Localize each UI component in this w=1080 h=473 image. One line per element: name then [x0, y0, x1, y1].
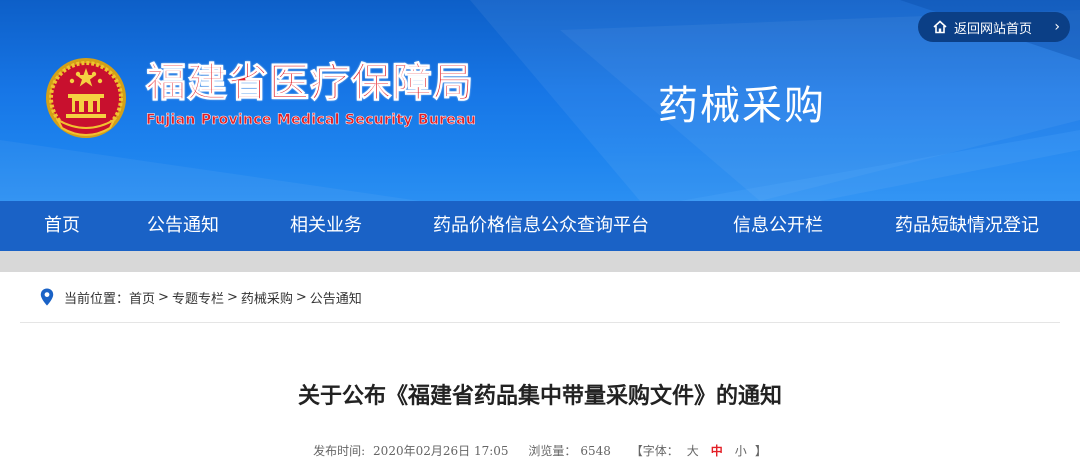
org-name-cn: 福建省医疗保障局: [146, 60, 474, 107]
breadcrumb-special-topics[interactable]: 专题专栏: [172, 288, 224, 307]
header-banner: 返回网站首页 › 福建省医疗保障局 Fujian Province Medica…: [0, 0, 1080, 201]
nav-item-announcements[interactable]: 公告通知: [147, 201, 219, 251]
nav-item-info-disclosure[interactable]: 信息公开栏: [733, 201, 823, 251]
article-meta: 发布时间: 2020年02月26日 17:05 浏览量： 6548 【字体： 大中小…: [0, 441, 1080, 461]
main-nav: 首页 公告通知 相关业务 药品价格信息公众查询平台 信息公开栏 药品短缺情况登记: [0, 201, 1080, 251]
breadcrumb-separator: >: [158, 289, 169, 305]
breadcrumb-separator: >: [226, 289, 238, 305]
font-size-close: 】: [754, 444, 767, 458]
font-size-large[interactable]: 大: [687, 444, 699, 458]
breadcrumb-announcements[interactable]: 公告通知: [310, 288, 362, 307]
home-icon: [933, 20, 947, 34]
content-divider: [20, 322, 1060, 323]
breadcrumb-procurement[interactable]: 药械采购: [241, 288, 293, 307]
nav-item-home[interactable]: 首页: [44, 201, 80, 251]
breadcrumb-separator: >: [295, 289, 307, 305]
breadcrumb: 当前位置： 首页 > 专题专栏 > 药械采购 > 公告通知: [40, 286, 362, 308]
nav-item-drug-price-query[interactable]: 药品价格信息公众查询平台: [433, 201, 649, 251]
return-home-label: 返回网站首页: [954, 21, 1033, 37]
font-size-open: 【字体：: [630, 444, 679, 458]
article-title: 关于公布《福建省药品集中带量采购文件》的通知: [297, 383, 782, 409]
national-emblem-icon: [46, 58, 126, 138]
chevron-right-icon: ›: [1054, 19, 1060, 35]
publish-time: 2020年02月26日 17:05: [373, 444, 509, 458]
breadcrumb-prefix: 当前位置：: [64, 291, 130, 307]
nav-item-drug-shortage[interactable]: 药品短缺情况登记: [895, 201, 1039, 251]
views-label: 浏览量：: [528, 444, 577, 458]
breadcrumb-home[interactable]: 首页: [129, 288, 155, 307]
nav-item-related-business[interactable]: 相关业务: [290, 201, 362, 251]
views-count: 6548: [580, 444, 611, 458]
font-size-medium[interactable]: 中: [711, 444, 723, 458]
section-title: 药械采购: [658, 83, 826, 129]
org-name-en: Fujian Province Medical Security Bureau: [146, 112, 477, 129]
grey-divider-bar: [0, 251, 1080, 272]
publish-time-label: 发布时间:: [313, 444, 366, 458]
location-pin-icon: [40, 288, 54, 306]
return-home-button[interactable]: 返回网站首页 ›: [918, 12, 1070, 42]
font-size-small[interactable]: 小: [735, 444, 747, 458]
